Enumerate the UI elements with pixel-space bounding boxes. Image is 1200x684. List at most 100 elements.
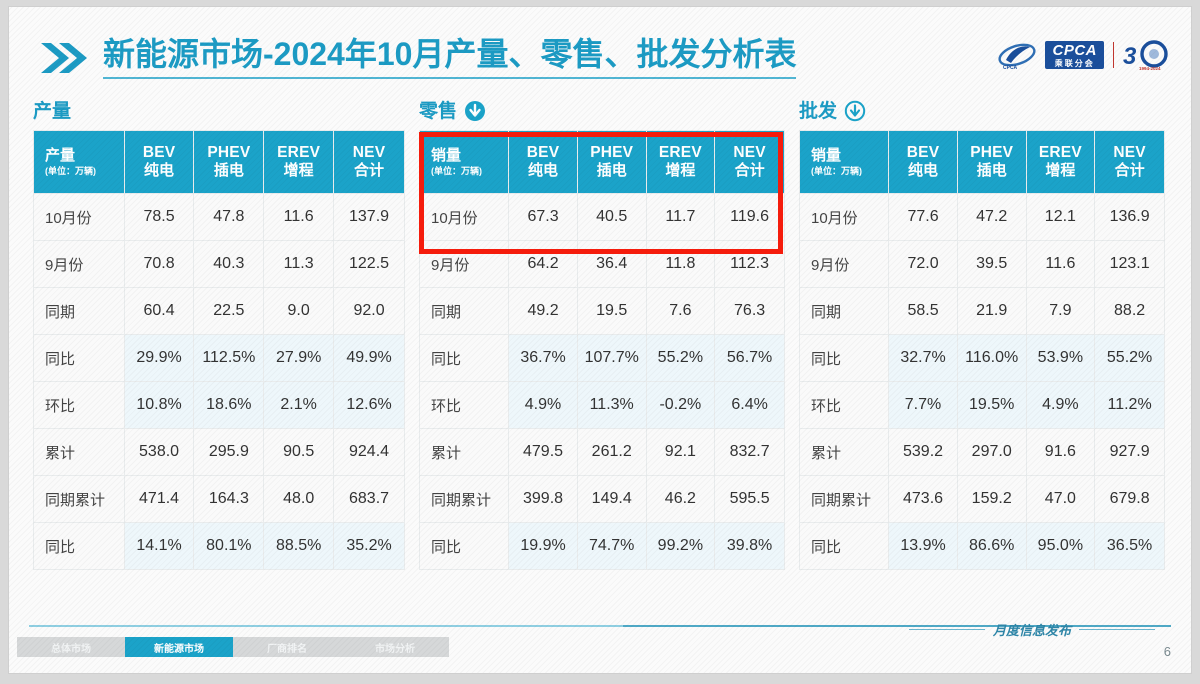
table-cell: 36.4 bbox=[577, 241, 646, 287]
table-body-retail: 10月份 67.3 40.5 11.7 119.6 9月份 64.2 36.4 11.8 112.… bbox=[420, 194, 784, 569]
logo-divider bbox=[1113, 42, 1114, 68]
table-row: 同比 19.9% 74.7% 99.2% 39.8% bbox=[420, 523, 784, 569]
table-cell: 88.2 bbox=[1095, 288, 1164, 334]
cpca-wordmark: CPCA 乘联分会 bbox=[1045, 41, 1104, 69]
page-title-row: 新能源市场-2024年10月产量、零售、批发分析表 bbox=[39, 36, 797, 79]
tab-1[interactable]: 新能源市场 bbox=[125, 637, 233, 657]
table-cell: 67.3 bbox=[509, 194, 577, 240]
section-tabbar[interactable]: 总体市场 新能源市场 厂商排名 市场分析 bbox=[17, 637, 449, 657]
footer-brand: 月度信息发布 bbox=[908, 620, 1155, 639]
table-cell: 10.8% bbox=[124, 382, 194, 428]
table-cell: 40.3 bbox=[194, 241, 264, 287]
row-label: 同比 bbox=[420, 335, 509, 381]
header-corner: 产量 (单位：万辆) bbox=[34, 131, 124, 193]
table-wholesale: 销量 (单位：万辆) BEV 纯电 PHEV 插电 EREV 增程 NEV 合计… bbox=[799, 130, 1165, 570]
table-cell: 47.8 bbox=[194, 194, 264, 240]
table-cell: 12.1 bbox=[1026, 194, 1095, 240]
down-arrow-outline-circle-icon bbox=[844, 100, 866, 122]
table-cell: 18.6% bbox=[194, 382, 264, 428]
header-col-phev: PHEV 插电 bbox=[577, 131, 646, 193]
header-corner-unit: (单位：万辆) bbox=[45, 166, 96, 177]
table-cell: 4.9% bbox=[1026, 382, 1095, 428]
row-label: 同期 bbox=[420, 288, 509, 334]
table-cell: 11.3 bbox=[264, 241, 334, 287]
page-title: 新能源市场-2024年10月产量、零售、批发分析表 bbox=[103, 36, 797, 79]
tab-0[interactable]: 总体市场 bbox=[17, 637, 125, 657]
table-cell: 9.0 bbox=[264, 288, 334, 334]
table-cell: 479.5 bbox=[509, 429, 577, 475]
table-cell: 164.3 bbox=[194, 476, 264, 522]
row-label: 同比 bbox=[800, 523, 889, 569]
table-cell: 679.8 bbox=[1095, 476, 1164, 522]
table-cell: 32.7% bbox=[889, 335, 957, 381]
table-cell: 90.5 bbox=[264, 429, 334, 475]
table-cell: 56.7% bbox=[715, 335, 784, 381]
table-cell: 29.9% bbox=[124, 335, 194, 381]
header-col-bev: BEV 纯电 bbox=[889, 131, 957, 193]
row-label: 9月份 bbox=[800, 241, 889, 287]
table-row: 同比 14.1% 80.1% 88.5% 35.2% bbox=[34, 523, 404, 569]
header-col-phev: PHEV 插电 bbox=[194, 131, 264, 193]
table-row: 同期累计 399.8 149.4 46.2 595.5 bbox=[420, 476, 784, 522]
row-label: 累计 bbox=[34, 429, 124, 475]
table-cell: 91.6 bbox=[1026, 429, 1095, 475]
table-cell: 27.9% bbox=[264, 335, 334, 381]
table-cell: 21.9 bbox=[957, 288, 1026, 334]
row-label: 同期 bbox=[34, 288, 124, 334]
table-row: 同期累计 471.4 164.3 48.0 683.7 bbox=[34, 476, 404, 522]
header-corner-label: 销量 bbox=[431, 146, 462, 164]
footer-rule-left bbox=[908, 629, 985, 630]
table-cell: 92.1 bbox=[646, 429, 715, 475]
table-cell: 832.7 bbox=[715, 429, 784, 475]
panel-retail: 零售 销量 (单位：万辆) BEV 纯电 PHEV 插电 EREV 增程 NEV… bbox=[419, 99, 785, 570]
header-corner-unit: (单位：万辆) bbox=[811, 166, 862, 177]
table-row: 10月份 67.3 40.5 11.7 119.6 bbox=[420, 194, 784, 240]
table-cell: 473.6 bbox=[889, 476, 957, 522]
table-cell: 55.2% bbox=[1095, 335, 1164, 381]
row-label: 9月份 bbox=[420, 241, 509, 287]
table-cell: 11.6 bbox=[1026, 241, 1095, 287]
table-row: 同比 29.9% 112.5% 27.9% 49.9% bbox=[34, 335, 404, 381]
table-row: 9月份 70.8 40.3 11.3 122.5 bbox=[34, 241, 404, 287]
footer-rule-right bbox=[1079, 629, 1155, 630]
table-cell: 47.0 bbox=[1026, 476, 1095, 522]
table-cell: 107.7% bbox=[577, 335, 646, 381]
table-cell: 927.9 bbox=[1095, 429, 1164, 475]
header-col-phev: PHEV 插电 bbox=[957, 131, 1026, 193]
table-cell: 64.2 bbox=[509, 241, 577, 287]
header-corner-unit: (单位：万辆) bbox=[431, 166, 482, 177]
row-label: 累计 bbox=[800, 429, 889, 475]
table-cell: 539.2 bbox=[889, 429, 957, 475]
tab-2[interactable]: 厂商排名 bbox=[233, 637, 341, 657]
table-row: 累计 479.5 261.2 92.1 832.7 bbox=[420, 429, 784, 475]
table-cell: 11.8 bbox=[646, 241, 715, 287]
table-cell: 49.2 bbox=[509, 288, 577, 334]
table-cell: 13.9% bbox=[889, 523, 957, 569]
table-cell: 7.6 bbox=[646, 288, 715, 334]
row-label: 同期 bbox=[800, 288, 889, 334]
tab-3[interactable]: 市场分析 bbox=[341, 637, 449, 657]
header-corner: 销量 (单位：万辆) bbox=[800, 131, 889, 193]
table-cell: 7.7% bbox=[889, 382, 957, 428]
row-label: 累计 bbox=[420, 429, 509, 475]
table-row: 累计 539.2 297.0 91.6 927.9 bbox=[800, 429, 1164, 475]
table-header-row: 销量 (单位：万辆) BEV 纯电 PHEV 插电 EREV 增程 NEV 合计 bbox=[420, 131, 784, 193]
header-col-nev: NEV 合计 bbox=[334, 131, 404, 193]
table-cell: 53.9% bbox=[1026, 335, 1095, 381]
table-cell: 159.2 bbox=[957, 476, 1026, 522]
table-cell: 112.5% bbox=[194, 335, 264, 381]
table-cell: 39.5 bbox=[957, 241, 1026, 287]
row-label: 同比 bbox=[34, 335, 124, 381]
table-cell: 471.4 bbox=[124, 476, 194, 522]
table-cell: 261.2 bbox=[577, 429, 646, 475]
row-label: 同期累计 bbox=[420, 476, 509, 522]
table-cell: 48.0 bbox=[264, 476, 334, 522]
table-cell: 19.9% bbox=[509, 523, 577, 569]
table-cell: 538.0 bbox=[124, 429, 194, 475]
table-cell: 149.4 bbox=[577, 476, 646, 522]
table-cell: 122.5 bbox=[334, 241, 404, 287]
table-cell: 136.9 bbox=[1095, 194, 1164, 240]
table-header-row: 产量 (单位：万辆) BEV 纯电 PHEV 插电 EREV 增程 NEV 合计 bbox=[34, 131, 404, 193]
header-col-nev: NEV 合计 bbox=[715, 131, 784, 193]
table-cell: 924.4 bbox=[334, 429, 404, 475]
